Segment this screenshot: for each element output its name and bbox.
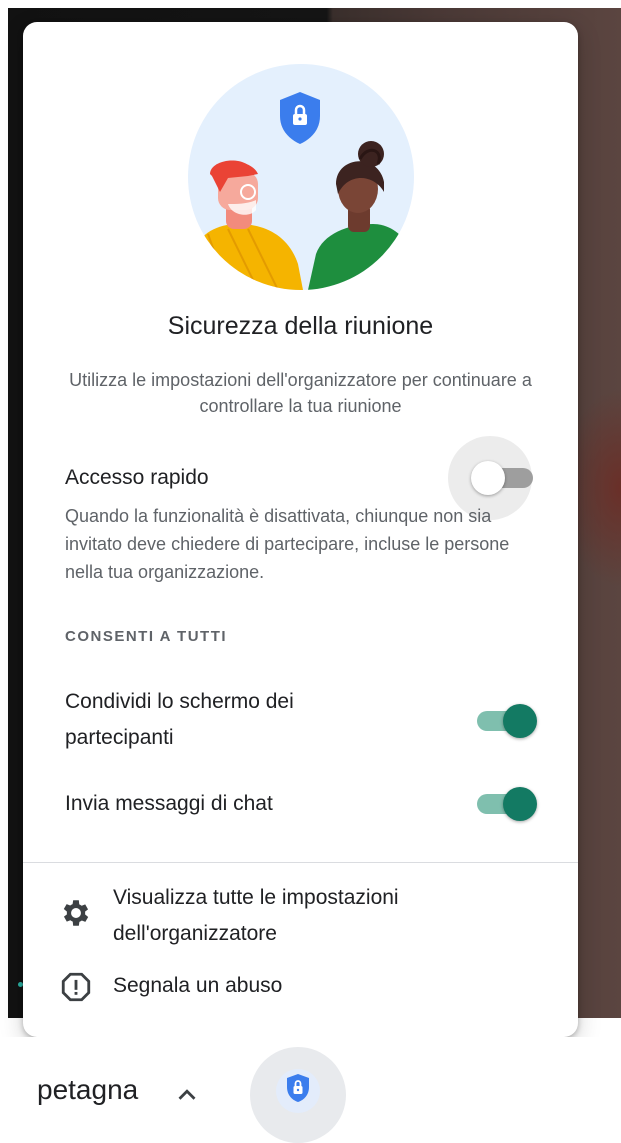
share-screen-toggle[interactable]: [471, 701, 537, 741]
toggle-knob: [503, 704, 537, 738]
chevron-up-icon[interactable]: [172, 1080, 202, 1110]
quick-access-toggle[interactable]: [471, 458, 537, 498]
share-screen-label: Condividi lo schermo dei partecipanti: [65, 690, 294, 749]
quick-access-description: Quando la funzionalità è disattivata, ch…: [65, 506, 510, 582]
panel-subtitle: Utilizza le impostazioni dell'organizzat…: [69, 370, 532, 416]
shield-lock-icon: [287, 1074, 309, 1102]
panel-title: Sicurezza della riunione: [167, 312, 434, 340]
report-abuse-label: Segnala un abuso: [113, 974, 283, 997]
gear-icon: [63, 900, 89, 926]
section-header: CONSENTI A TUTTI: [65, 628, 228, 645]
meeting-safety-button[interactable]: [250, 1047, 346, 1143]
people-illustration: [198, 92, 414, 290]
toggle-knob: [471, 461, 505, 495]
quick-access-label: Accesso rapido: [65, 466, 209, 489]
meeting-safety-panel: Sicurezza della riunione Utilizza le imp…: [23, 22, 578, 1037]
chat-messages-toggle[interactable]: [471, 784, 537, 824]
security-illustration: [188, 64, 414, 290]
view-host-settings-label: Visualizza tutte le impostazioni dell'or…: [113, 886, 399, 945]
meeting-name[interactable]: petagna: [37, 1074, 138, 1106]
chat-messages-label: Invia messaggi di chat: [65, 792, 273, 815]
divider: [23, 862, 578, 863]
report-icon: [61, 972, 91, 1002]
toggle-knob: [503, 787, 537, 821]
